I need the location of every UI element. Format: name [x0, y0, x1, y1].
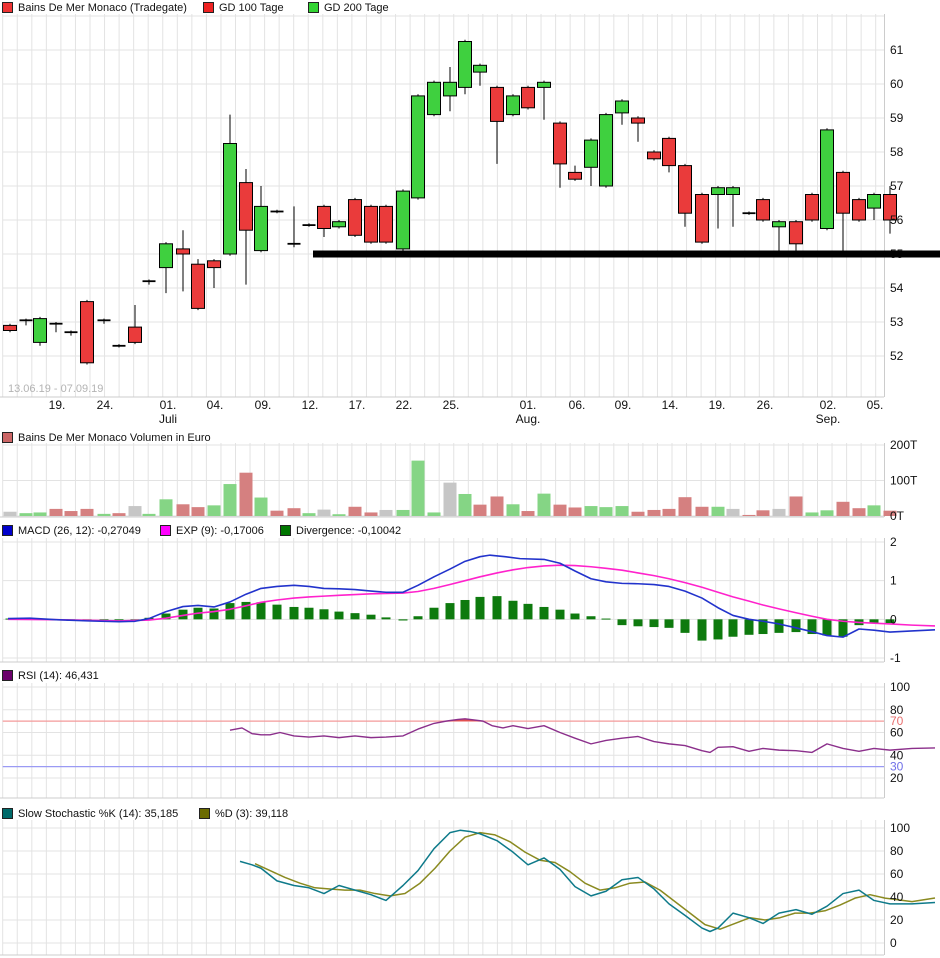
legend-macd-line: MACD (26, 12): -0,27049	[2, 524, 141, 537]
gd200-label: GD 200 Tage	[324, 2, 389, 14]
gd200-swatch	[308, 2, 319, 13]
svg-text:59: 59	[890, 111, 904, 125]
svg-text:100T: 100T	[890, 474, 918, 488]
svg-text:80: 80	[890, 844, 904, 858]
svg-text:100: 100	[890, 821, 910, 835]
svg-text:06.: 06.	[569, 398, 586, 412]
stoch-d-swatch	[199, 808, 210, 819]
svg-text:01.: 01.	[520, 398, 537, 412]
svg-text:56: 56	[890, 213, 904, 227]
legend-rsi-line: RSI (14): 46,431	[2, 669, 99, 682]
svg-text:24.: 24.	[97, 398, 114, 412]
svg-text:17.: 17.	[349, 398, 366, 412]
svg-text:01.: 01.	[160, 398, 177, 412]
divergence-swatch	[280, 525, 291, 536]
gd100-label: GD 100 Tage	[219, 2, 284, 14]
legend-stoch-k: Slow Stochastic %K (14): 35,185	[2, 807, 178, 820]
volume-series-label: Bains De Mer Monaco Volumen in Euro	[18, 432, 211, 444]
date-range-label: 13.06.19 - 07.09.19	[8, 383, 103, 395]
svg-text:53: 53	[890, 315, 904, 329]
legend-volume-series: Bains De Mer Monaco Volumen in Euro	[2, 431, 211, 444]
stoch-d-label: %D (3): 39,118	[215, 808, 288, 820]
gd100-swatch	[203, 2, 214, 13]
divergence-label: Divergence: -0,10042	[296, 525, 401, 537]
svg-text:04.: 04.	[207, 398, 224, 412]
svg-text:0: 0	[890, 612, 897, 626]
svg-text:61: 61	[890, 43, 904, 57]
legend-divergence: Divergence: -0,10042	[280, 524, 401, 537]
price-series-swatch	[2, 2, 13, 13]
stock-chart-page: 52535455565758596061200T100T0T210-110080…	[0, 0, 940, 958]
svg-text:Juli: Juli	[159, 412, 177, 426]
svg-text:1: 1	[890, 574, 897, 588]
legend-gd200: GD 200 Tage	[308, 1, 389, 14]
svg-text:Aug.: Aug.	[516, 412, 541, 426]
price-legend: Bains De Mer Monaco (Tradegate) GD 100 T…	[0, 1, 940, 14]
svg-text:20: 20	[890, 913, 904, 927]
svg-text:54: 54	[890, 281, 904, 295]
macd-label: MACD (26, 12): -0,27049	[18, 525, 141, 537]
svg-text:40: 40	[890, 890, 904, 904]
volume-legend: Bains De Mer Monaco Volumen in Euro	[0, 431, 940, 444]
exp-label: EXP (9): -0,17006	[176, 525, 264, 537]
legend-exp-line: EXP (9): -0,17006	[160, 524, 264, 537]
svg-text:60: 60	[890, 867, 904, 881]
svg-text:-1: -1	[890, 651, 901, 665]
rsi-swatch	[2, 670, 13, 681]
stoch-k-swatch	[2, 808, 13, 819]
svg-text:19.: 19.	[709, 398, 726, 412]
svg-text:0T: 0T	[890, 509, 905, 523]
svg-text:60: 60	[890, 726, 904, 740]
legend-gd100: GD 100 Tage	[203, 1, 284, 14]
svg-text:52: 52	[890, 349, 904, 363]
svg-text:19.: 19.	[49, 398, 66, 412]
svg-text:02.: 02.	[820, 398, 837, 412]
svg-text:05.: 05.	[867, 398, 884, 412]
svg-text:2: 2	[890, 535, 897, 549]
legend-stoch-d: %D (3): 39,118	[199, 807, 288, 820]
rsi-label: RSI (14): 46,431	[18, 670, 99, 682]
macd-swatch	[2, 525, 13, 536]
macd-legend: MACD (26, 12): -0,27049 EXP (9): -0,1700…	[0, 524, 940, 537]
svg-text:20: 20	[890, 771, 904, 785]
svg-text:25.: 25.	[443, 398, 460, 412]
svg-text:100: 100	[890, 680, 910, 694]
svg-text:09.: 09.	[255, 398, 272, 412]
volume-series-swatch	[2, 432, 13, 443]
svg-text:57: 57	[890, 179, 904, 193]
stoch-k-label: Slow Stochastic %K (14): 35,185	[18, 808, 178, 820]
legend-price-series: Bains De Mer Monaco (Tradegate)	[2, 1, 187, 14]
svg-text:12.: 12.	[302, 398, 319, 412]
svg-text:58: 58	[890, 145, 904, 159]
svg-text:09.: 09.	[615, 398, 632, 412]
svg-text:22.: 22.	[396, 398, 413, 412]
exp-swatch	[160, 525, 171, 536]
rsi-legend: RSI (14): 46,431	[0, 669, 940, 682]
svg-text:Sep.: Sep.	[816, 412, 841, 426]
price-series-label: Bains De Mer Monaco (Tradegate)	[18, 2, 187, 14]
svg-text:60: 60	[890, 77, 904, 91]
svg-text:26.: 26.	[757, 398, 774, 412]
svg-text:0: 0	[890, 936, 897, 950]
stoch-legend: Slow Stochastic %K (14): 35,185 %D (3): …	[0, 807, 940, 820]
svg-text:14.: 14.	[662, 398, 679, 412]
